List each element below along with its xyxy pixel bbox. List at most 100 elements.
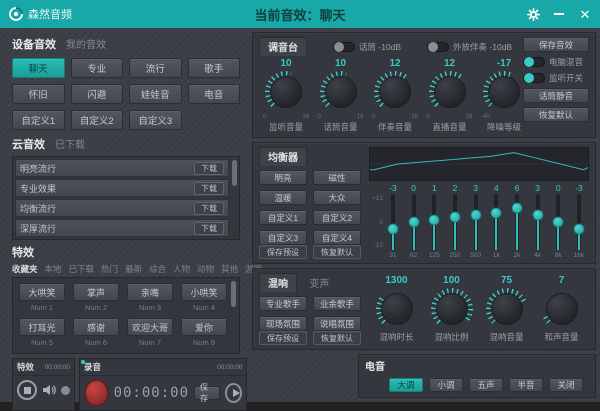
knob-dial[interactable] bbox=[320, 71, 362, 113]
live-volume-knob[interactable]: 12 018 直播音量 bbox=[423, 58, 477, 133]
sfx-pad[interactable]: 爱你 bbox=[181, 318, 227, 336]
autotune-mode-button[interactable]: 大调 bbox=[389, 378, 423, 392]
reverb-preset-button[interactable]: 说唱氛围 bbox=[313, 316, 361, 331]
reverb-duration-knob[interactable]: 1300 混响时长 bbox=[370, 275, 424, 345]
reverb-preset-button[interactable]: 现场氛围 bbox=[259, 316, 307, 331]
effect-button[interactable]: 娃娃音 bbox=[129, 84, 182, 104]
monitor-volume-knob[interactable]: 10 018 监听音量 bbox=[259, 58, 313, 133]
effect-button[interactable]: 歌手 bbox=[188, 58, 241, 78]
sfx-pad[interactable]: 亲嘴 bbox=[127, 283, 173, 301]
sfx-tab[interactable]: 人物 bbox=[173, 263, 190, 275]
eq-slider[interactable] bbox=[432, 194, 436, 250]
autotune-mode-button[interactable]: 半音 bbox=[509, 378, 543, 392]
sfx-pad[interactable]: 掌声 bbox=[73, 283, 119, 301]
effect-button[interactable]: 电音 bbox=[188, 84, 241, 104]
equalizer-tab[interactable]: 均衡器 bbox=[259, 147, 307, 166]
record-indicator-dot[interactable] bbox=[61, 386, 70, 395]
harmony-volume-knob[interactable]: 7 和声音量 bbox=[535, 275, 589, 345]
eq-preset-button[interactable]: 磁性 bbox=[313, 170, 361, 185]
tab-my-effects[interactable]: 我的音效 bbox=[66, 36, 106, 51]
reverb-ratio-knob[interactable]: 100 混响比例 bbox=[425, 275, 479, 345]
eq-preset-button[interactable]: 自定义1 bbox=[259, 210, 307, 225]
eq-slider-thumb[interactable] bbox=[511, 203, 522, 214]
save-effect-button[interactable]: 保存音效 bbox=[523, 37, 589, 52]
toggle-switch[interactable] bbox=[523, 73, 545, 83]
sfx-tab[interactable]: 热门 bbox=[101, 263, 118, 275]
sfx-tab[interactable]: 其他 bbox=[221, 263, 238, 275]
monitor-switch-toggle[interactable]: 监听开关 bbox=[523, 72, 589, 84]
sfx-pad[interactable]: 打耳光 bbox=[19, 318, 65, 336]
reverb-preset-button[interactable]: 业余歌手 bbox=[313, 296, 361, 311]
tab-device-effects[interactable]: 设备音效 bbox=[12, 36, 56, 52]
download-button[interactable]: 下载 bbox=[194, 162, 224, 175]
list-item[interactable]: 深厚流行 下载 bbox=[15, 219, 229, 237]
eq-slider[interactable] bbox=[515, 194, 519, 250]
knob-dial[interactable] bbox=[376, 288, 418, 330]
knob-dial[interactable] bbox=[483, 71, 525, 113]
reverb-save-preset-button[interactable]: 保存预设 bbox=[259, 331, 307, 345]
eq-slider-thumb[interactable] bbox=[429, 214, 440, 225]
eq-slider[interactable] bbox=[577, 194, 581, 250]
eq-slider[interactable] bbox=[391, 194, 395, 250]
eq-slider-thumb[interactable] bbox=[573, 224, 584, 235]
eq-preset-button[interactable]: 自定义3 bbox=[259, 230, 307, 245]
effect-button-custom[interactable]: 自定义2 bbox=[71, 110, 124, 130]
eq-slider[interactable] bbox=[494, 194, 498, 250]
eq-preset-button[interactable]: 自定义4 bbox=[313, 230, 361, 245]
mic-pad-toggle[interactable]: 话筒 -10dB bbox=[333, 41, 401, 53]
mic-mute-button[interactable]: 话筒静音 bbox=[523, 88, 589, 103]
effect-button[interactable]: 专业 bbox=[71, 58, 124, 78]
scrollbar[interactable] bbox=[231, 281, 236, 307]
sfx-tab[interactable]: 最新 bbox=[125, 263, 142, 275]
restore-default-button[interactable]: 恢复默认 bbox=[523, 107, 589, 122]
eq-slider-thumb[interactable] bbox=[553, 217, 564, 228]
lineout-pad-toggle[interactable]: 外放伴奏 -10dB bbox=[427, 41, 512, 53]
sfx-tab[interactable]: 已下载 bbox=[69, 263, 95, 275]
eq-preset-button[interactable]: 明亮 bbox=[259, 170, 307, 185]
eq-slider[interactable] bbox=[474, 194, 478, 250]
knob-dial[interactable] bbox=[374, 71, 416, 113]
download-button[interactable]: 下载 bbox=[194, 182, 224, 195]
sfx-tab[interactable]: 本地 bbox=[45, 263, 62, 275]
speaker-icon[interactable] bbox=[42, 384, 56, 396]
autotune-mode-button[interactable]: 关闭 bbox=[549, 378, 583, 392]
sfx-pad[interactable]: 感谢 bbox=[73, 318, 119, 336]
tab-cloud-effects[interactable]: 云音效 bbox=[12, 136, 45, 152]
voice-change-tab[interactable]: 变声 bbox=[301, 274, 337, 292]
knob-dial[interactable] bbox=[429, 71, 471, 113]
effect-button[interactable]: 流行 bbox=[129, 58, 182, 78]
record-button[interactable] bbox=[84, 379, 109, 407]
eq-slider-thumb[interactable] bbox=[449, 212, 460, 223]
reverb-preset-button[interactable]: 专业歌手 bbox=[259, 296, 307, 311]
minimize-button[interactable] bbox=[552, 7, 566, 21]
toggle-switch[interactable] bbox=[333, 42, 355, 52]
eq-preset-button[interactable]: 大众 bbox=[313, 190, 361, 205]
sfx-pad[interactable]: 大哄笑 bbox=[19, 283, 65, 301]
effect-button-custom[interactable]: 自定义1 bbox=[12, 110, 65, 130]
sfx-tab-favorites[interactable]: 收藏夹 bbox=[12, 263, 38, 275]
reverb-restore-default-button[interactable]: 恢复默认 bbox=[313, 331, 361, 345]
sfx-stop-button[interactable] bbox=[17, 380, 37, 400]
knob-dial[interactable] bbox=[541, 288, 583, 330]
eq-slider[interactable] bbox=[556, 194, 560, 250]
sfx-pad[interactable]: 欢迎大哥 bbox=[127, 318, 173, 336]
knob-dial[interactable] bbox=[486, 288, 528, 330]
mixer-tab[interactable]: 调音台 bbox=[259, 37, 307, 56]
accompaniment-volume-knob[interactable]: 12 018 伴奏音量 bbox=[368, 58, 422, 133]
eq-slider-thumb[interactable] bbox=[408, 217, 419, 228]
list-item[interactable]: 专业效果 下载 bbox=[15, 179, 229, 197]
eq-slider-thumb[interactable] bbox=[388, 224, 399, 235]
download-button[interactable]: 下载 bbox=[194, 222, 224, 235]
eq-restore-default-button[interactable]: 恢复默认 bbox=[313, 245, 361, 259]
mic-volume-knob[interactable]: 10 018 话筒音量 bbox=[314, 58, 368, 133]
tab-downloaded[interactable]: 已下载 bbox=[55, 136, 85, 151]
effect-button[interactable]: 闪避 bbox=[71, 84, 124, 104]
toggle-switch[interactable] bbox=[523, 57, 545, 67]
reverb-tab[interactable]: 混响 bbox=[259, 273, 297, 292]
eq-slider-thumb[interactable] bbox=[491, 207, 502, 218]
knob-dial[interactable] bbox=[265, 71, 307, 113]
eq-slider[interactable] bbox=[536, 194, 540, 250]
toggle-switch[interactable] bbox=[427, 42, 449, 52]
computer-mix-toggle[interactable]: 电脑混音 bbox=[523, 56, 589, 68]
effect-button-chat[interactable]: 聊天 bbox=[12, 58, 65, 78]
